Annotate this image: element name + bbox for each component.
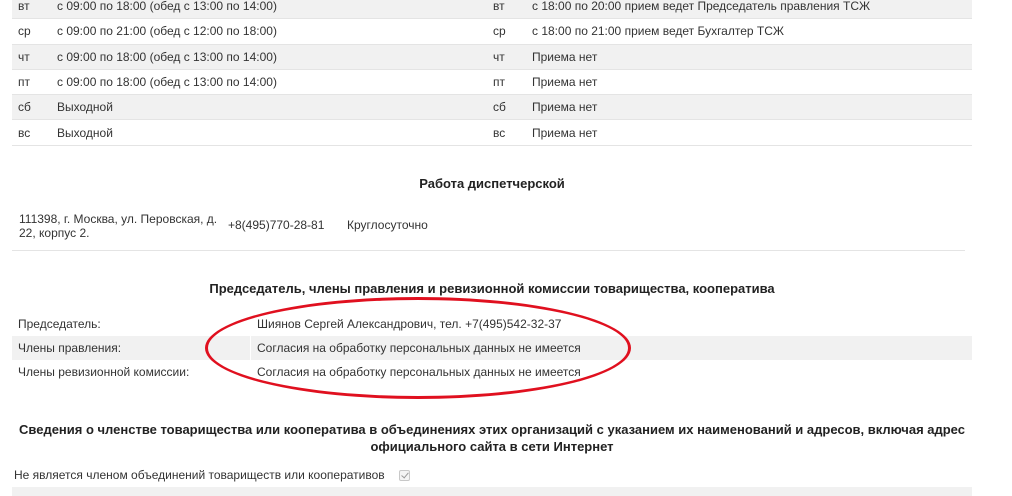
board-role-value: Согласия на обработку персональных данны… (250, 336, 972, 360)
not-member-row: Не является членом объединений товарищес… (14, 468, 410, 482)
day-cell: вт (487, 0, 526, 20)
board-heading: Председатель, члены правления и ревизион… (209, 281, 775, 296)
office-hours-cell: Выходной (51, 94, 487, 121)
office-hours-cell: с 09:00 по 21:00 (обед с 12:00 по 18:00) (51, 18, 487, 45)
table-row-stub (12, 487, 972, 496)
board-row: Члены ревизионной комиссии: Согласия на … (12, 360, 972, 384)
board-role-label: Члены ревизионной комиссии: (12, 360, 251, 384)
reception-hours-cell: с 18:00 по 21:00 прием ведет Бухгалтер Т… (526, 18, 972, 45)
board-role-label: Председатель: (12, 312, 251, 336)
office-hours-cell: Выходной (51, 119, 487, 146)
board-role-label: Члены правления: (12, 336, 251, 360)
board-role-value: Шиянов Сергей Александрович, тел. +7(495… (257, 317, 562, 331)
day-cell: вт (12, 0, 51, 20)
office-hours-cell: с 09:00 по 18:00 (обед с 13:00 по 14:00) (51, 69, 487, 96)
schedule-row: пт с 09:00 по 18:00 (обед с 13:00 по 14:… (12, 69, 972, 96)
reception-hours-cell: Приема нет (526, 69, 972, 96)
membership-heading: Сведения о членстве товарищества или коо… (19, 422, 965, 454)
office-hours-cell: с 09:00 по 18:00 (обед с 13:00 по 14:00) (51, 0, 487, 20)
schedule-row: ср с 09:00 по 21:00 (обед с 12:00 по 18:… (12, 18, 972, 45)
day-cell: пт (487, 69, 526, 96)
board-role-value: Согласия на обработку персональных данны… (257, 365, 581, 379)
not-member-checkbox[interactable] (398, 469, 410, 481)
board-table: Председатель: Шиянов Сергей Александрови… (12, 312, 972, 384)
day-cell: сб (12, 94, 51, 121)
dispatch-phone: +8(495)770-28-81 (228, 218, 325, 232)
dispatch-address: 111398, г. Москва, ул. Перовская, д. 22,… (19, 212, 218, 240)
day-cell: вс (12, 119, 51, 146)
schedule-row: сб Выходной сб Приема нет (12, 94, 972, 121)
schedule-row: вт с 09:00 по 18:00 (обед с 13:00 по 14:… (12, 0, 972, 20)
reception-hours-cell: Приема нет (526, 119, 972, 146)
reception-hours-cell: с 18:00 по 20:00 прием ведет Председател… (526, 0, 972, 20)
dispatch-row: 111398, г. Москва, ул. Перовская, д. 22,… (12, 208, 965, 251)
day-cell: ср (12, 18, 51, 45)
day-cell: чт (12, 44, 51, 70)
day-cell: пт (12, 69, 51, 96)
board-row: Члены правления: Согласия на обработку п… (12, 336, 972, 360)
day-cell: ср (487, 18, 526, 45)
board-row: Председатель: Шиянов Сергей Александрови… (12, 312, 972, 336)
schedule-row: чт с 09:00 по 18:00 (обед с 13:00 по 14:… (12, 44, 972, 70)
dispatch-hours: Круглосуточно (347, 218, 428, 232)
schedule-table: вт с 09:00 по 18:00 (обед с 13:00 по 14:… (12, 0, 972, 146)
dispatch-heading: Работа диспетчерской (419, 176, 565, 191)
schedule-row: вс Выходной вс Приема нет (12, 119, 972, 146)
reception-hours-cell: Приема нет (526, 94, 972, 121)
office-hours-cell: с 09:00 по 18:00 (обед с 13:00 по 14:00) (51, 44, 487, 70)
day-cell: сб (487, 94, 526, 121)
reception-hours-cell: Приема нет (526, 44, 972, 70)
not-member-label: Не является членом объединений товарищес… (14, 468, 385, 482)
day-cell: чт (487, 44, 526, 70)
day-cell: вс (487, 119, 526, 146)
